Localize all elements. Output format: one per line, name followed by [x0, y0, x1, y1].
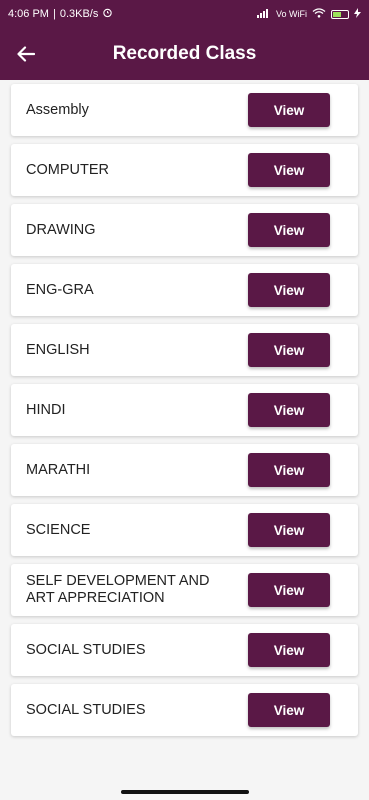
status-time: 4:06 PM: [8, 8, 49, 20]
alarm-icon: [102, 7, 113, 21]
status-divider: |: [52, 8, 56, 20]
view-button[interactable]: View: [248, 213, 330, 247]
class-name-label: DRAWING: [26, 221, 96, 238]
wifi-icon: [312, 8, 326, 20]
class-card: MARATHI View: [11, 444, 358, 496]
charging-icon: [354, 8, 361, 20]
class-card: SCIENCE View: [11, 504, 358, 556]
view-button[interactable]: View: [248, 333, 330, 367]
class-card: COMPUTER View: [11, 144, 358, 196]
class-card: SELF DEVELOPMENT AND ART APPRECIATION Vie…: [11, 564, 358, 616]
class-name-label: SOCIAL STUDIES: [26, 641, 146, 658]
status-bar: 4:06 PM | 0.3KB/s Vo WiFi: [0, 0, 369, 28]
class-card: SOCIAL STUDIES View: [11, 624, 358, 676]
class-card: Assembly View: [11, 84, 358, 136]
system-nav-bar: [0, 784, 369, 800]
battery-icon: [331, 9, 349, 19]
volte-label: Vo WiFi: [275, 9, 307, 19]
class-name-label: ENGLISH: [26, 341, 90, 358]
app-bar: Recorded Class: [0, 28, 369, 80]
page-title: Recorded Class: [112, 43, 257, 64]
view-button[interactable]: View: [248, 633, 330, 667]
view-button[interactable]: View: [248, 693, 330, 727]
class-card: HINDI View: [11, 384, 358, 436]
class-card: SOCIAL STUDIES View: [11, 684, 358, 736]
view-button[interactable]: View: [248, 513, 330, 547]
view-button[interactable]: View: [248, 273, 330, 307]
class-name-label: MARATHI: [26, 461, 91, 478]
status-right: Vo WiFi: [256, 8, 361, 20]
view-button[interactable]: View: [248, 453, 330, 487]
class-name-label: ENG-GRA: [26, 281, 94, 298]
signal-icon: [256, 8, 271, 20]
class-name-label: COMPUTER: [26, 161, 109, 178]
home-gesture-handle[interactable]: [120, 790, 249, 794]
back-arrow-icon: [17, 46, 35, 62]
class-list: Assembly View COMPUTER View DRAWING View ENG-G…: [11, 84, 358, 736]
view-button[interactable]: View: [248, 93, 330, 127]
class-card: ENG-GRA View: [11, 264, 358, 316]
status-left: 4:06 PM | 0.3KB/s: [8, 7, 113, 21]
class-card: DRAWING View: [11, 204, 358, 256]
view-button[interactable]: View: [248, 393, 330, 427]
back-button[interactable]: [0, 28, 52, 80]
view-button[interactable]: View: [248, 573, 330, 607]
class-card: ENGLISH View: [11, 324, 358, 376]
network-speed: 0.3KB/s: [59, 8, 99, 20]
class-name-label: SELF DEVELOPMENT AND ART APPRECIATION: [26, 573, 210, 606]
class-name-label: SCIENCE: [26, 521, 91, 538]
class-name-label: HINDI: [26, 401, 66, 418]
class-name-label: SOCIAL STUDIES: [26, 701, 146, 718]
view-button[interactable]: View: [248, 153, 330, 187]
class-name-label: Assembly: [26, 101, 89, 118]
